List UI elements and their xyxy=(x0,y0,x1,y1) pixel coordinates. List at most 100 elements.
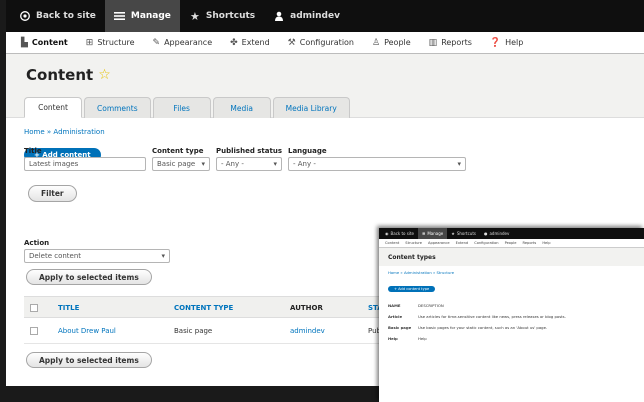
title-filter-input[interactable]: Latest images xyxy=(24,157,146,171)
tab-media-library[interactable]: Media Library xyxy=(272,97,350,118)
overlay-row: NAME DESCRIPTION xyxy=(379,300,644,311)
star-icon: ★ xyxy=(451,231,455,236)
row-author-link[interactable]: admindev xyxy=(290,327,325,335)
overlay-toolbar-manage[interactable]: ≡ Manage xyxy=(418,228,448,239)
language-select[interactable]: - Any - ▾ xyxy=(288,157,466,171)
content-icon: ▙ xyxy=(21,37,28,48)
star-icon: ★ xyxy=(189,9,200,23)
action-label: Action xyxy=(24,239,50,247)
page-header: Content ☆ Content Comments Files Media M… xyxy=(6,54,644,118)
select-all-checkbox[interactable] xyxy=(30,304,38,312)
tray-item-appearance[interactable]: ✎ Appearance xyxy=(144,38,222,48)
overlay-toolbar-shortcuts[interactable]: ★ Shortcuts xyxy=(447,228,480,239)
toolbar-manage[interactable]: Manage xyxy=(104,0,180,32)
dropdown-arrow-icon: ▾ xyxy=(457,160,461,168)
admin-tray: ▙ Content ⊞ Structure ✎ Appearance ✤ Extend … xyxy=(6,32,644,54)
overlay-breadcrumb[interactable]: Home » Administration » Structure xyxy=(379,266,644,275)
desktop-strip xyxy=(0,386,379,402)
overlay-tray-item[interactable]: Appearance xyxy=(425,241,453,245)
dropdown-arrow-icon: ▾ xyxy=(201,160,205,168)
published-status-value: - Any - xyxy=(221,160,244,168)
overlay-toolbar-back[interactable]: ◉ Back to site xyxy=(381,228,418,239)
tray-item-label: Content xyxy=(31,38,68,47)
column-header-content-type[interactable]: CONTENT TYPE xyxy=(174,304,233,312)
overlay-tray-item[interactable]: Content xyxy=(382,241,402,245)
overlay-row: Article Use articles for time-sensitive c… xyxy=(379,311,644,322)
toolbar-user[interactable]: admindev xyxy=(264,0,349,32)
desktop-background: Back to site Manage ★ Shortcuts admindev… xyxy=(0,0,644,402)
user-icon: ● xyxy=(483,231,488,236)
row-checkbox[interactable] xyxy=(30,327,38,335)
tab-files[interactable]: Files xyxy=(152,97,211,118)
tab-media[interactable]: Media xyxy=(212,97,271,118)
toolbar-shortcuts[interactable]: ★ Shortcuts xyxy=(180,0,264,32)
column-header-author: AUTHOR xyxy=(290,304,323,312)
tab-comments[interactable]: Comments xyxy=(84,97,151,118)
tray-item-label: Help xyxy=(505,38,524,47)
overlay-row-key: Article xyxy=(388,314,403,319)
overlay-tray-item[interactable]: Help xyxy=(539,241,553,245)
overlay-tray-item[interactable]: People xyxy=(502,241,520,245)
apply-to-selected-button[interactable]: Apply to selected items xyxy=(26,269,152,285)
overlay-row-value: Use basic pages for your static content,… xyxy=(418,325,548,330)
admin-toolbar: Back to site Manage ★ Shortcuts admindev xyxy=(6,0,644,32)
tray-item-extend[interactable]: ✤ Extend xyxy=(221,38,279,48)
language-label: Language xyxy=(288,147,327,155)
action-value: Delete content xyxy=(29,252,82,260)
overlay-tray-item[interactable]: Structure xyxy=(402,241,425,245)
column-header-title[interactable]: TITLE xyxy=(58,304,79,312)
overlay-tray-item[interactable]: Configuration xyxy=(471,241,501,245)
row-content-type: Basic page xyxy=(174,327,213,335)
toolbar-item-label: Manage xyxy=(130,11,171,21)
overlay-toolbar-user[interactable]: ● admindev xyxy=(480,228,513,239)
breadcrumb[interactable]: Home » Administration xyxy=(24,128,626,136)
overlay-page-title: Content types xyxy=(379,248,644,266)
tray-item-label: Appearance xyxy=(164,38,213,47)
published-status-select[interactable]: - Any - ▾ xyxy=(216,157,282,171)
shortcut-star-icon[interactable]: ☆ xyxy=(98,67,111,83)
wrench-icon: ⚒ xyxy=(287,37,296,48)
dropdown-arrow-icon: ▾ xyxy=(273,160,277,168)
title-filter-label: Title xyxy=(24,147,42,155)
tray-item-label: Reports xyxy=(441,38,472,47)
bulk-actions: Action Delete content ▾ Apply to selected… xyxy=(24,239,170,285)
bar-chart-icon: ▥ xyxy=(428,37,438,48)
toolbar-back-to-site[interactable]: Back to site xyxy=(10,0,105,32)
overlay-screenshot: ◉ Back to site ≡ Manage ★ Shortcuts ● admind… xyxy=(379,228,644,402)
overlay-toolbar-label: admindev xyxy=(489,231,510,236)
row-title-link[interactable]: About Drew Paul xyxy=(58,327,116,335)
tray-item-help[interactable]: ❓ Help xyxy=(481,38,532,48)
user-icon xyxy=(273,10,285,22)
overlay-tray-item[interactable]: Extend xyxy=(453,241,472,245)
overlay-row-key: NAME xyxy=(388,303,401,308)
content-type-select[interactable]: Basic page ▾ xyxy=(152,157,210,171)
title-filter-value: Latest images xyxy=(29,160,79,168)
tray-item-label: Structure xyxy=(97,38,135,47)
structure-icon: ⊞ xyxy=(85,37,94,48)
tray-item-label: Configuration xyxy=(299,38,355,47)
published-status-label: Published status xyxy=(216,147,283,155)
action-select[interactable]: Delete content ▾ xyxy=(24,249,170,263)
overlay-tray: Content Structure Appearance Extend Conf… xyxy=(379,239,644,248)
menu-icon xyxy=(114,10,126,22)
tab-content[interactable]: Content xyxy=(24,97,82,118)
apply-to-selected-button-bottom[interactable]: Apply to selected items xyxy=(26,352,152,368)
tray-item-configuration[interactable]: ⚒ Configuration xyxy=(279,38,363,48)
filter-button[interactable]: Filter xyxy=(28,185,77,202)
drupal-drop-icon: ◉ xyxy=(385,231,389,236)
tray-item-content[interactable]: ▙ Content xyxy=(12,38,77,48)
tray-item-reports[interactable]: ▥ Reports xyxy=(420,38,481,48)
overlay-toolbar-label: Shortcuts xyxy=(456,231,476,236)
tray-item-label: Extend xyxy=(241,38,270,47)
drupal-drop-icon xyxy=(19,10,31,22)
tray-item-people[interactable]: ♙ People xyxy=(363,38,420,48)
people-icon: ♙ xyxy=(372,37,381,48)
help-icon: ❓ xyxy=(489,37,502,48)
overlay-tray-item[interactable]: Reports xyxy=(520,241,540,245)
overlay-add-button[interactable]: + Add content type xyxy=(388,286,436,292)
tray-item-structure[interactable]: ⊞ Structure xyxy=(77,38,144,48)
page-title: Content ☆ xyxy=(26,66,111,84)
toolbar-item-label: Shortcuts xyxy=(205,11,256,21)
content-type-label: Content type xyxy=(152,147,204,155)
overlay-row-value: DESCRIPTION xyxy=(418,303,444,308)
